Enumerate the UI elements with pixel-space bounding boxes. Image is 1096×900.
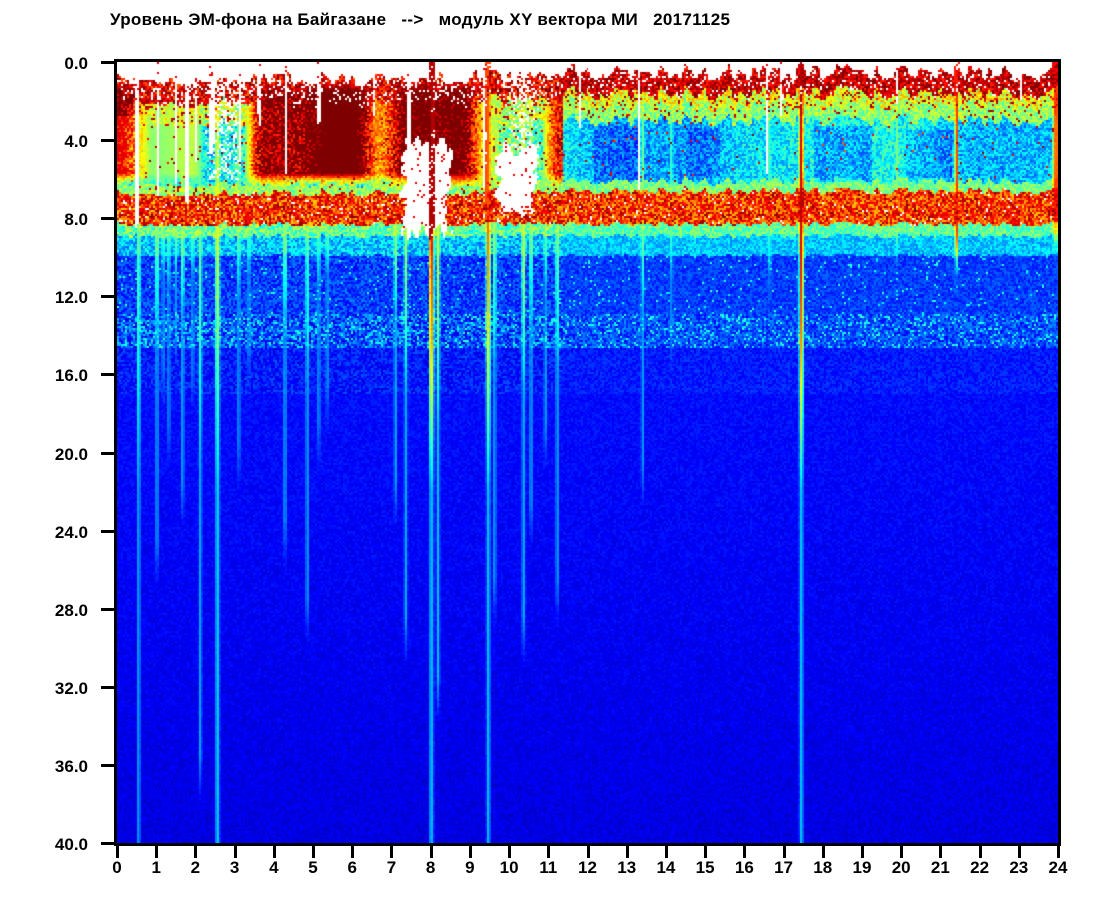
x-tick <box>1017 846 1021 858</box>
x-tick-label: 20 <box>891 858 911 877</box>
x-tick-label: 23 <box>1009 858 1029 877</box>
x-tick <box>547 846 551 858</box>
y-tick-label: 32.0 <box>54 678 88 698</box>
x-tick <box>625 846 629 858</box>
x-tick-label: 19 <box>852 858 872 877</box>
y-tick-label: 8.0 <box>64 210 88 230</box>
chart-title: Уровень ЭМ-фона на Байгазане --> модуль … <box>110 10 731 29</box>
plot-border <box>114 59 1061 846</box>
x-tick <box>233 846 237 858</box>
x-tick <box>664 846 668 858</box>
x-tick <box>468 846 472 858</box>
x-tick <box>508 846 512 858</box>
y-tick-label: 4.0 <box>64 132 88 152</box>
x-tick-label: 7 <box>386 858 397 877</box>
x-tick-label: 14 <box>656 858 676 877</box>
y-tick-label: 28.0 <box>54 600 88 620</box>
x-tick <box>900 846 904 858</box>
x-tick <box>429 846 433 858</box>
x-tick <box>155 846 159 858</box>
y-tick <box>101 217 114 221</box>
x-tick-label: 3 <box>229 858 240 877</box>
x-tick-label: 2 <box>190 858 201 877</box>
x-tick-label: 8 <box>425 858 436 877</box>
x-tick-label: 5 <box>308 858 318 877</box>
y-tick <box>101 685 114 689</box>
y-tick <box>101 61 114 64</box>
x-tick <box>586 846 590 858</box>
x-tick <box>116 846 119 858</box>
x-tick-label: 12 <box>578 858 597 877</box>
y-tick-label: 16.0 <box>54 366 88 386</box>
x-tick <box>1057 846 1060 858</box>
x-tick-label: 13 <box>617 858 637 877</box>
x-tick-label: 9 <box>465 858 475 877</box>
x-tick <box>782 846 786 858</box>
y-tick <box>101 139 114 143</box>
x-tick-label: 16 <box>734 858 754 877</box>
spectrogram-page: Уровень ЭМ-фона на Байгазане --> модуль … <box>0 0 1096 900</box>
x-tick-label: 6 <box>347 858 357 877</box>
x-tick <box>939 846 943 858</box>
x-tick <box>821 846 825 858</box>
x-tick-label: 22 <box>970 858 990 877</box>
x-tick-label: 10 <box>499 858 519 877</box>
x-tick-label: 24 <box>1048 858 1068 877</box>
y-tick <box>101 763 114 767</box>
y-tick-label: 36.0 <box>54 756 88 776</box>
x-tick-label: 4 <box>269 858 279 877</box>
y-tick <box>101 295 114 299</box>
x-tick <box>704 846 708 858</box>
x-tick-label: 11 <box>539 858 558 877</box>
x-tick-label: 17 <box>774 858 793 877</box>
y-tick <box>101 842 114 845</box>
y-tick <box>101 451 114 455</box>
x-tick <box>272 846 276 858</box>
y-tick-label: 12.0 <box>54 288 88 308</box>
y-tick-label: 40.0 <box>54 835 88 854</box>
x-tick <box>860 846 864 858</box>
y-tick-label: 0.0 <box>64 54 88 73</box>
x-tick <box>312 846 316 858</box>
x-tick <box>351 846 355 858</box>
x-tick-label: 1 <box>151 858 161 877</box>
y-tick-label: 20.0 <box>54 444 88 464</box>
x-tick <box>743 846 747 858</box>
y-tick <box>101 373 114 377</box>
y-tick-label: 24.0 <box>54 522 88 542</box>
y-tick <box>101 607 114 611</box>
x-tick <box>978 846 982 858</box>
x-tick-label: 0 <box>112 858 122 877</box>
x-tick <box>194 846 198 858</box>
y-tick <box>101 529 114 533</box>
x-tick-label: 15 <box>695 858 715 877</box>
x-tick-label: 21 <box>930 858 950 877</box>
x-tick-label: 18 <box>813 858 833 877</box>
x-tick <box>390 846 394 858</box>
